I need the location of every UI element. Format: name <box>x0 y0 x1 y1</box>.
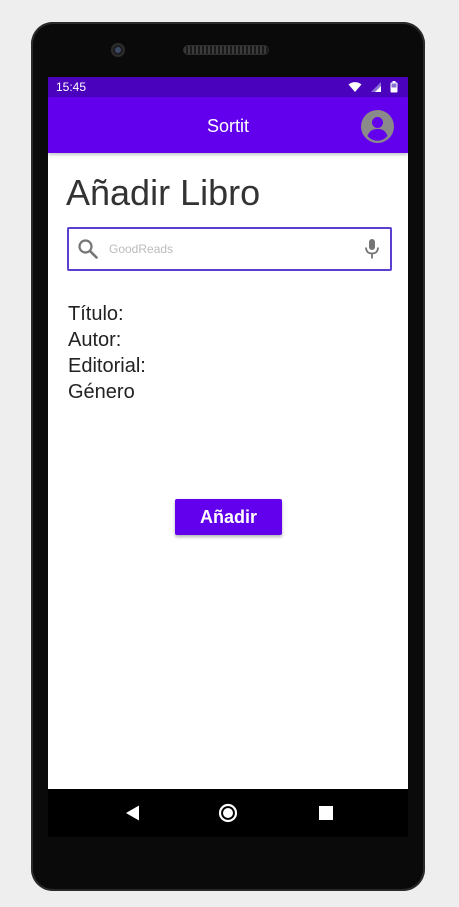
status-bar: 15:45 <box>48 77 408 97</box>
battery-icon <box>390 81 398 93</box>
signal-icon <box>371 82 381 92</box>
back-icon[interactable] <box>121 801 145 825</box>
search-input[interactable] <box>109 238 349 260</box>
navigation-bar <box>48 789 408 837</box>
speaker-grille <box>184 46 268 54</box>
app-title: Sortit <box>206 116 249 136</box>
title-label: Título: <box>68 303 124 325</box>
status-time: 15:45 <box>56 80 87 94</box>
book-info-list: Título: Autor: Editorial: Género <box>68 301 146 405</box>
status-icons <box>348 80 398 94</box>
search-icon[interactable] <box>77 238 99 260</box>
phone-frame: 15:45 Sortit Añadir Libro GoodReads Títu… <box>31 22 425 891</box>
account-circle-icon[interactable] <box>361 110 394 143</box>
app-bar: Sortit <box>48 97 408 153</box>
recents-icon[interactable] <box>314 801 338 825</box>
author-label: Autor: <box>68 329 122 351</box>
search-bar[interactable] <box>67 227 392 271</box>
genre-label: Género <box>68 381 135 403</box>
camera-icon <box>111 43 125 57</box>
mic-icon[interactable] <box>362 238 382 260</box>
home-icon[interactable] <box>216 801 240 825</box>
page-title: Añadir Libro <box>66 172 261 213</box>
wifi-icon <box>348 82 362 92</box>
add-book-button[interactable]: Añadir <box>175 499 282 535</box>
app-screen: 15:45 Sortit Añadir Libro GoodReads Títu… <box>48 77 408 837</box>
publisher-label: Editorial: <box>68 355 146 377</box>
